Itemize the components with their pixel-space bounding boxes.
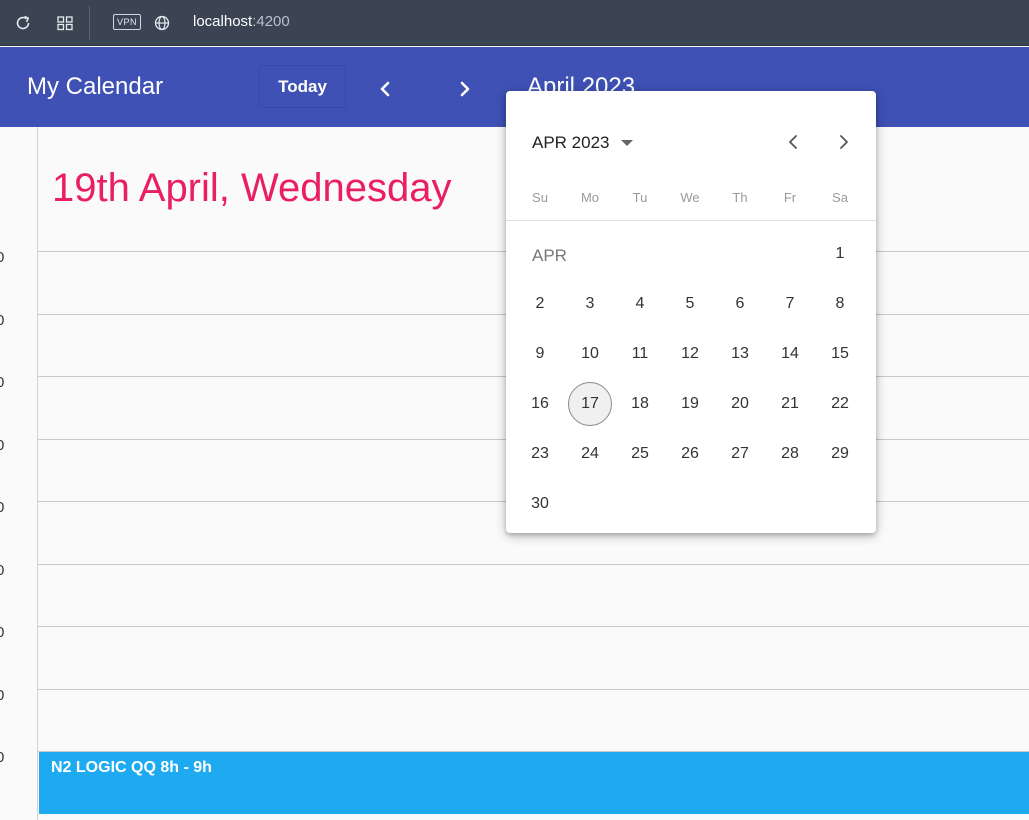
period-label: APR 2023 [532, 133, 610, 152]
period-selector-button[interactable]: APR 2023 [532, 133, 633, 153]
time-label: 0 [0, 749, 5, 766]
day-cell[interactable]: 16 [518, 382, 562, 426]
day-cell[interactable]: 30 [518, 482, 562, 526]
chevron-right-icon [840, 135, 848, 149]
browser-toolbar: VPN localhost:4200 [0, 0, 1029, 46]
weekday-header: Tu [632, 190, 648, 205]
vpn-badge[interactable]: VPN [113, 14, 142, 30]
address-bar[interactable]: localhost:4200 [193, 13, 290, 30]
day-cell[interactable]: 5 [668, 282, 712, 326]
time-label: 0 [0, 437, 5, 454]
time-label: 0 [0, 624, 5, 641]
time-label: 0 [0, 562, 5, 579]
day-cell[interactable]: 7 [768, 282, 812, 326]
day-cell[interactable]: 29 [818, 432, 862, 476]
weekday-header: Fr [783, 190, 797, 205]
chevron-right-icon [460, 81, 470, 97]
next-button[interactable] [450, 74, 480, 104]
day-cell[interactable]: 10 [568, 332, 612, 376]
day-cell[interactable]: 9 [518, 332, 562, 376]
app-title: My Calendar [27, 73, 164, 100]
month-row-label: APR [532, 246, 567, 265]
weekday-header: Mo [580, 190, 600, 205]
weekday-header: Th [732, 190, 748, 205]
weekday-header: Su [532, 190, 548, 205]
day-cell[interactable]: 1 [818, 232, 862, 276]
day-cell[interactable]: 3 [568, 282, 612, 326]
day-cell[interactable]: 14 [768, 332, 812, 376]
event-label: N2 LOGIC QQ 8h - 9h [51, 759, 212, 776]
weekday-header: Sa [832, 190, 848, 205]
globe-icon [151, 12, 173, 34]
calendar-event[interactable]: N2 LOGIC QQ 8h - 9h [39, 752, 1029, 814]
day-cell[interactable]: 19 [668, 382, 712, 426]
chevron-left-icon [380, 81, 390, 97]
previous-month-button[interactable] [780, 129, 806, 155]
day-cell[interactable]: 22 [818, 382, 862, 426]
toolbar-separator [89, 6, 90, 40]
datepicker-popup: APR 2023 Su Mo Tu We Th Fr Sa APR 1 2 3 4 5 6 7 8 9 10 1… [506, 91, 876, 533]
day-heading: 19th April, Wednesday [52, 166, 452, 210]
time-label: 0 [0, 374, 5, 391]
day-cell[interactable]: 24 [568, 432, 612, 476]
time-label: 0 [0, 499, 5, 516]
chevron-left-icon [789, 135, 797, 149]
time-gutter: 0 0 0 0 0 0 0 0 0 [0, 127, 38, 820]
time-label: 0 [0, 249, 5, 266]
day-cell[interactable]: 20 [718, 382, 762, 426]
day-cell-today[interactable]: 17 [568, 382, 612, 426]
time-label: 0 [0, 312, 5, 329]
day-cell[interactable]: 11 [618, 332, 662, 376]
day-cell[interactable]: 12 [668, 332, 712, 376]
tabs-grid-icon[interactable] [54, 12, 76, 34]
day-cell[interactable]: 28 [768, 432, 812, 476]
time-label: 0 [0, 687, 5, 704]
reload-icon[interactable] [12, 12, 34, 34]
day-cell[interactable]: 18 [618, 382, 662, 426]
day-cell[interactable]: 6 [718, 282, 762, 326]
day-cell[interactable]: 25 [618, 432, 662, 476]
hour-slot-line [38, 626, 1029, 627]
caret-down-icon [620, 140, 633, 146]
url-host: localhost [193, 13, 253, 30]
weekday-header: We [680, 190, 700, 205]
day-cell[interactable]: 2 [518, 282, 562, 326]
weekday-divider [506, 220, 876, 221]
day-cell[interactable]: 26 [668, 432, 712, 476]
next-month-button[interactable] [831, 129, 857, 155]
day-cell[interactable]: 13 [718, 332, 762, 376]
day-cell[interactable]: 15 [818, 332, 862, 376]
day-cell[interactable]: 4 [618, 282, 662, 326]
url-port: :4200 [252, 13, 290, 30]
day-cell[interactable]: 27 [718, 432, 762, 476]
previous-button[interactable] [370, 74, 400, 104]
today-button[interactable]: Today [259, 65, 346, 108]
hour-slot-line [38, 689, 1029, 690]
day-cell[interactable]: 8 [818, 282, 862, 326]
day-cell[interactable]: 23 [518, 432, 562, 476]
day-cell[interactable]: 21 [768, 382, 812, 426]
hour-slot-line [38, 564, 1029, 565]
